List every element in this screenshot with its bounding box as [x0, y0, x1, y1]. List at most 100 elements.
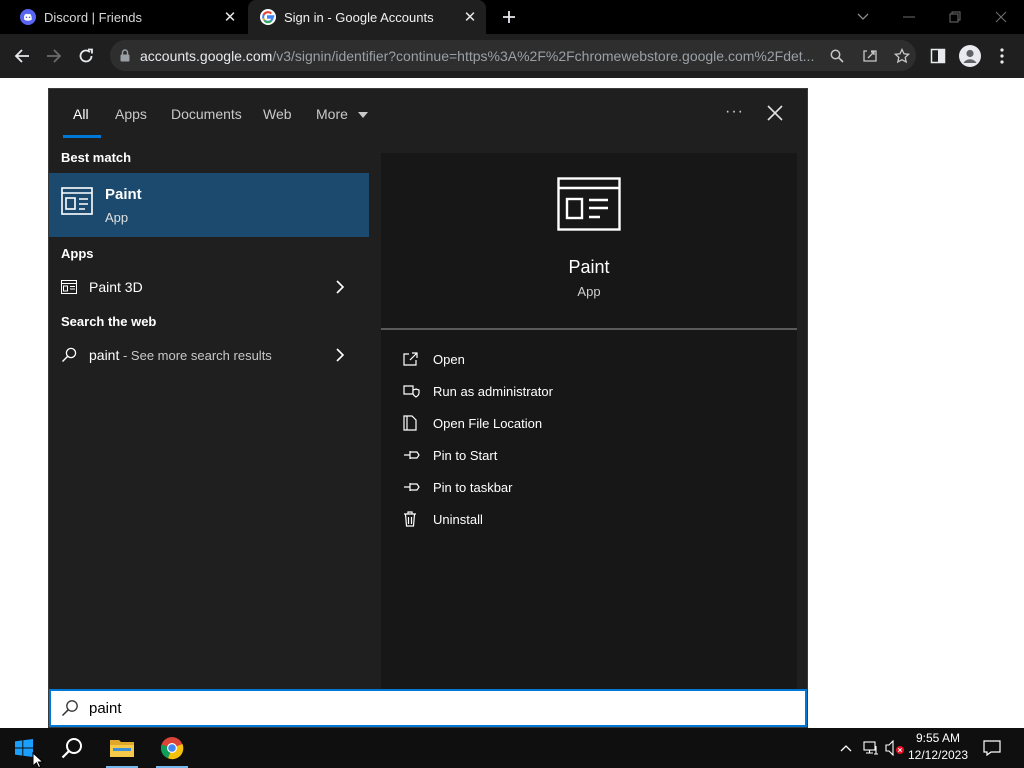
close-window-button[interactable] [978, 0, 1024, 34]
best-match-name: Paint [105, 186, 142, 203]
chevron-right-icon[interactable] [335, 279, 345, 295]
tab-title: Discord | Friends [44, 9, 143, 25]
paint-app-large-icon [557, 177, 621, 231]
action-open[interactable]: Open [403, 347, 465, 371]
taskbar-search-button[interactable] [48, 728, 96, 768]
action-run-as-administrator[interactable]: Run as administrator [403, 379, 553, 403]
tab-apps[interactable]: Apps [115, 106, 147, 122]
windows-search-panel: All Apps Documents Web More ··· Best mat… [48, 88, 808, 728]
action-label: Uninstall [433, 511, 483, 527]
search-results-list: Best match Paint App Apps Paint 3D Searc… [49, 139, 369, 689]
notification-icon [983, 740, 1001, 756]
detail-app-type: App [577, 284, 601, 299]
plus-icon [503, 11, 515, 23]
tab-all[interactable]: All [73, 106, 89, 122]
tab-more[interactable]: More [316, 106, 368, 122]
windows-logo-icon [15, 739, 33, 757]
best-match-type: App [105, 210, 129, 225]
browser-toolbar: accounts.google.com/v3/signin/identifier… [0, 34, 1024, 78]
chevron-down-icon [857, 13, 869, 20]
address-bar[interactable]: accounts.google.com/v3/signin/identifier… [110, 40, 916, 71]
share-icon[interactable] [862, 49, 878, 63]
web-query: paint [89, 347, 120, 363]
tab-search-button[interactable] [840, 0, 886, 34]
file-location-icon [403, 415, 417, 431]
caret-down-icon [357, 112, 368, 119]
bookmark-star-icon[interactable] [894, 47, 910, 64]
mouse-cursor-icon [32, 752, 44, 768]
search-box[interactable] [49, 689, 807, 727]
restore-icon [949, 11, 961, 23]
restore-button[interactable] [932, 0, 978, 34]
discord-icon [20, 9, 36, 25]
detail-divider [381, 328, 797, 330]
minimize-icon [903, 16, 915, 18]
back-button[interactable] [8, 42, 36, 70]
browser-tab-strip: Discord | Friends ✕ Sign in - Google Acc… [0, 0, 1024, 34]
side-panel-button[interactable] [924, 42, 952, 70]
taskbar-file-explorer[interactable] [98, 728, 146, 768]
network-tray-icon[interactable] [860, 728, 882, 768]
tab-google-signin[interactable]: Sign in - Google Accounts ✕ [248, 0, 486, 34]
chevron-right-icon[interactable] [335, 347, 345, 363]
clock-time: 9:55 AM [915, 731, 961, 745]
web-result-suffix: - See more search results [119, 348, 272, 363]
windows-taskbar: 9:55 AM 12/12/2023 [0, 728, 1024, 768]
search-icon [61, 700, 78, 717]
search-web-heading: Search the web [61, 314, 157, 329]
clock-date: 12/12/2023 [907, 748, 969, 762]
action-label: Run as administrator [433, 383, 553, 399]
options-ellipsis-icon[interactable]: ··· [725, 103, 744, 121]
chevron-up-icon [840, 745, 852, 752]
forward-button[interactable] [40, 42, 68, 70]
volume-tray-icon[interactable] [884, 728, 906, 768]
best-match-paint[interactable]: Paint App [49, 173, 369, 237]
action-pin-to-start[interactable]: Pin to Start [403, 443, 497, 467]
arrow-left-icon [14, 49, 29, 63]
url-path: /v3/signin/identifier?continue=https%3A%… [272, 47, 815, 64]
apps-heading: Apps [61, 246, 94, 261]
minimize-button[interactable] [886, 0, 932, 34]
detail-app-name: Paint [568, 257, 610, 277]
tab-documents[interactable]: Documents [171, 106, 242, 122]
taskbar-clock[interactable]: 9:55 AM 12/12/2023 [906, 730, 970, 764]
action-pin-to-taskbar[interactable]: Pin to taskbar [403, 475, 513, 499]
taskbar-chrome[interactable] [148, 728, 196, 768]
side-panel-icon [930, 48, 946, 64]
folder-icon [110, 740, 134, 757]
tab-more-label: More [316, 106, 348, 122]
close-search-button[interactable] [767, 105, 783, 121]
search-icon [61, 738, 82, 759]
app-result-paint-3d[interactable]: Paint 3D [49, 271, 369, 303]
tab-web[interactable]: Web [263, 106, 292, 122]
url-host: accounts.google.com [140, 47, 273, 64]
close-icon [995, 11, 1007, 23]
web-result-paint[interactable]: paint - See more search results [49, 339, 369, 371]
tab-discord[interactable]: Discord | Friends ✕ [8, 0, 246, 34]
lock-icon [120, 49, 130, 62]
google-icon [260, 9, 276, 25]
profile-button[interactable] [956, 42, 984, 70]
zoom-search-icon[interactable] [830, 49, 844, 63]
network-icon [863, 741, 878, 755]
action-uninstall[interactable]: Uninstall [403, 507, 483, 531]
show-hidden-icons-button[interactable] [836, 728, 856, 768]
search-input[interactable] [89, 699, 729, 717]
action-center-button[interactable] [980, 728, 1004, 768]
chrome-icon [160, 737, 184, 760]
paint-app-icon [61, 187, 93, 215]
close-tab-icon[interactable]: ✕ [218, 5, 242, 29]
open-icon [403, 352, 418, 366]
app-detail-pane: Paint App Open Run as administrator Open… [381, 153, 797, 689]
action-label: Pin to Start [433, 447, 498, 463]
best-match-heading: Best match [61, 150, 132, 165]
reload-icon [79, 48, 93, 63]
shield-icon [403, 385, 420, 398]
new-tab-button[interactable] [496, 5, 522, 29]
close-tab-icon[interactable]: ✕ [458, 5, 482, 29]
action-open-file-location[interactable]: Open File Location [403, 411, 542, 435]
browser-menu-button[interactable] [988, 42, 1016, 70]
action-label: Open [433, 351, 465, 367]
profile-avatar-icon [959, 45, 981, 67]
reload-button[interactable] [72, 42, 100, 70]
